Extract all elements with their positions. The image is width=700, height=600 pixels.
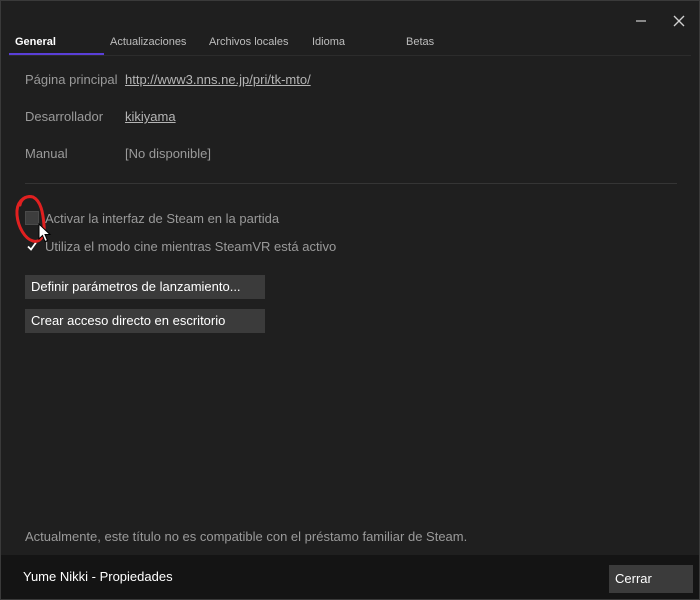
minimize-button[interactable] [631,11,651,31]
active-tab-indicator [9,53,104,55]
launch-options-button[interactable]: Definir parámetros de lanzamiento... [25,275,265,299]
checkmark-icon [27,241,37,251]
developer-label: Desarrollador [25,109,104,124]
close-icon [673,15,685,27]
titlebar-controls [631,11,689,31]
manual-value: [No disponible] [125,146,211,161]
homepage-link[interactable]: http://www3.nns.ne.jp/pri/tk-mto/ [125,71,311,89]
tab-general[interactable]: General [15,36,56,48]
steam-overlay-checkbox[interactable] [25,211,39,225]
steam-overlay-option[interactable]: Activar la interfaz de Steam en la parti… [25,209,279,227]
tab-betas[interactable]: Betas [406,36,434,48]
minimize-icon [636,20,646,22]
tab-bar: General Actualizaciones Archivos locales… [9,33,691,56]
homepage-label: Página principal [25,72,118,87]
theater-mode-checkbox[interactable] [25,239,39,253]
close-window-button[interactable] [669,11,689,31]
desktop-shortcut-button[interactable]: Crear acceso directo en escritorio [25,309,265,333]
family-sharing-note: Actualmente, este título no es compatibl… [25,529,468,544]
theater-mode-label: Utiliza el modo cine mientras SteamVR es… [45,238,337,254]
window-title: Yume Nikki - Propiedades [23,569,173,584]
steam-overlay-label: Activar la interfaz de Steam en la parti… [45,210,280,226]
tab-local-files[interactable]: Archivos locales [209,36,288,48]
tab-language[interactable]: Idioma [312,36,345,48]
properties-window: General Actualizaciones Archivos locales… [0,0,700,600]
developer-link[interactable]: kikiyama [125,108,176,126]
manual-label: Manual [25,146,68,161]
theater-mode-option[interactable]: Utiliza el modo cine mientras SteamVR es… [25,237,336,255]
bottom-bar: Yume Nikki - Propiedades Cerrar [1,555,699,599]
section-divider [25,183,677,184]
close-button[interactable]: Cerrar [609,565,693,593]
tab-updates[interactable]: Actualizaciones [110,36,186,48]
